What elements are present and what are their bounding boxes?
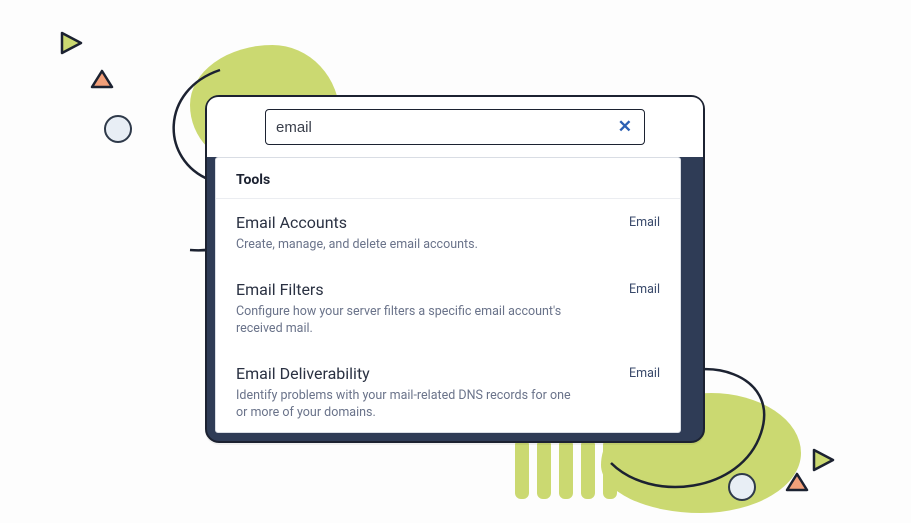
result-description: Configure how your server filters a spec…: [236, 303, 576, 338]
result-title: Email Deliverability: [236, 364, 613, 383]
search-results-dropdown: Tools Email Accounts Create, manage, and…: [215, 157, 681, 433]
result-description: Create, manage, and delete email account…: [236, 236, 576, 254]
search-window: ✕ Tools Email Accounts Create, manage, a…: [205, 95, 705, 443]
triangle-icon: [785, 471, 809, 493]
section-header: Tools: [216, 158, 680, 199]
result-description: Identify problems with your mail-related…: [236, 387, 576, 422]
result-category-tag: Email: [629, 364, 660, 422]
searchbar-area: ✕: [207, 97, 703, 157]
search-input[interactable]: [276, 119, 616, 136]
result-category-tag: Email: [629, 213, 660, 254]
result-email-accounts[interactable]: Email Accounts Create, manage, and delet…: [216, 199, 680, 266]
triangle-icon: [90, 68, 114, 90]
result-title: Email Filters: [236, 280, 613, 299]
triangle-icon: [810, 447, 836, 473]
searchbar: ✕: [265, 109, 645, 145]
circle-icon: [728, 473, 756, 501]
result-title: Email Accounts: [236, 213, 613, 232]
circle-icon: [104, 115, 132, 143]
result-email-filters[interactable]: Email Filters Configure how your server …: [216, 266, 680, 350]
clear-icon[interactable]: ✕: [616, 117, 634, 137]
result-category-tag: Email: [629, 280, 660, 338]
result-email-deliverability[interactable]: Email Deliverability Identify problems w…: [216, 350, 680, 434]
triangle-icon: [58, 30, 84, 56]
